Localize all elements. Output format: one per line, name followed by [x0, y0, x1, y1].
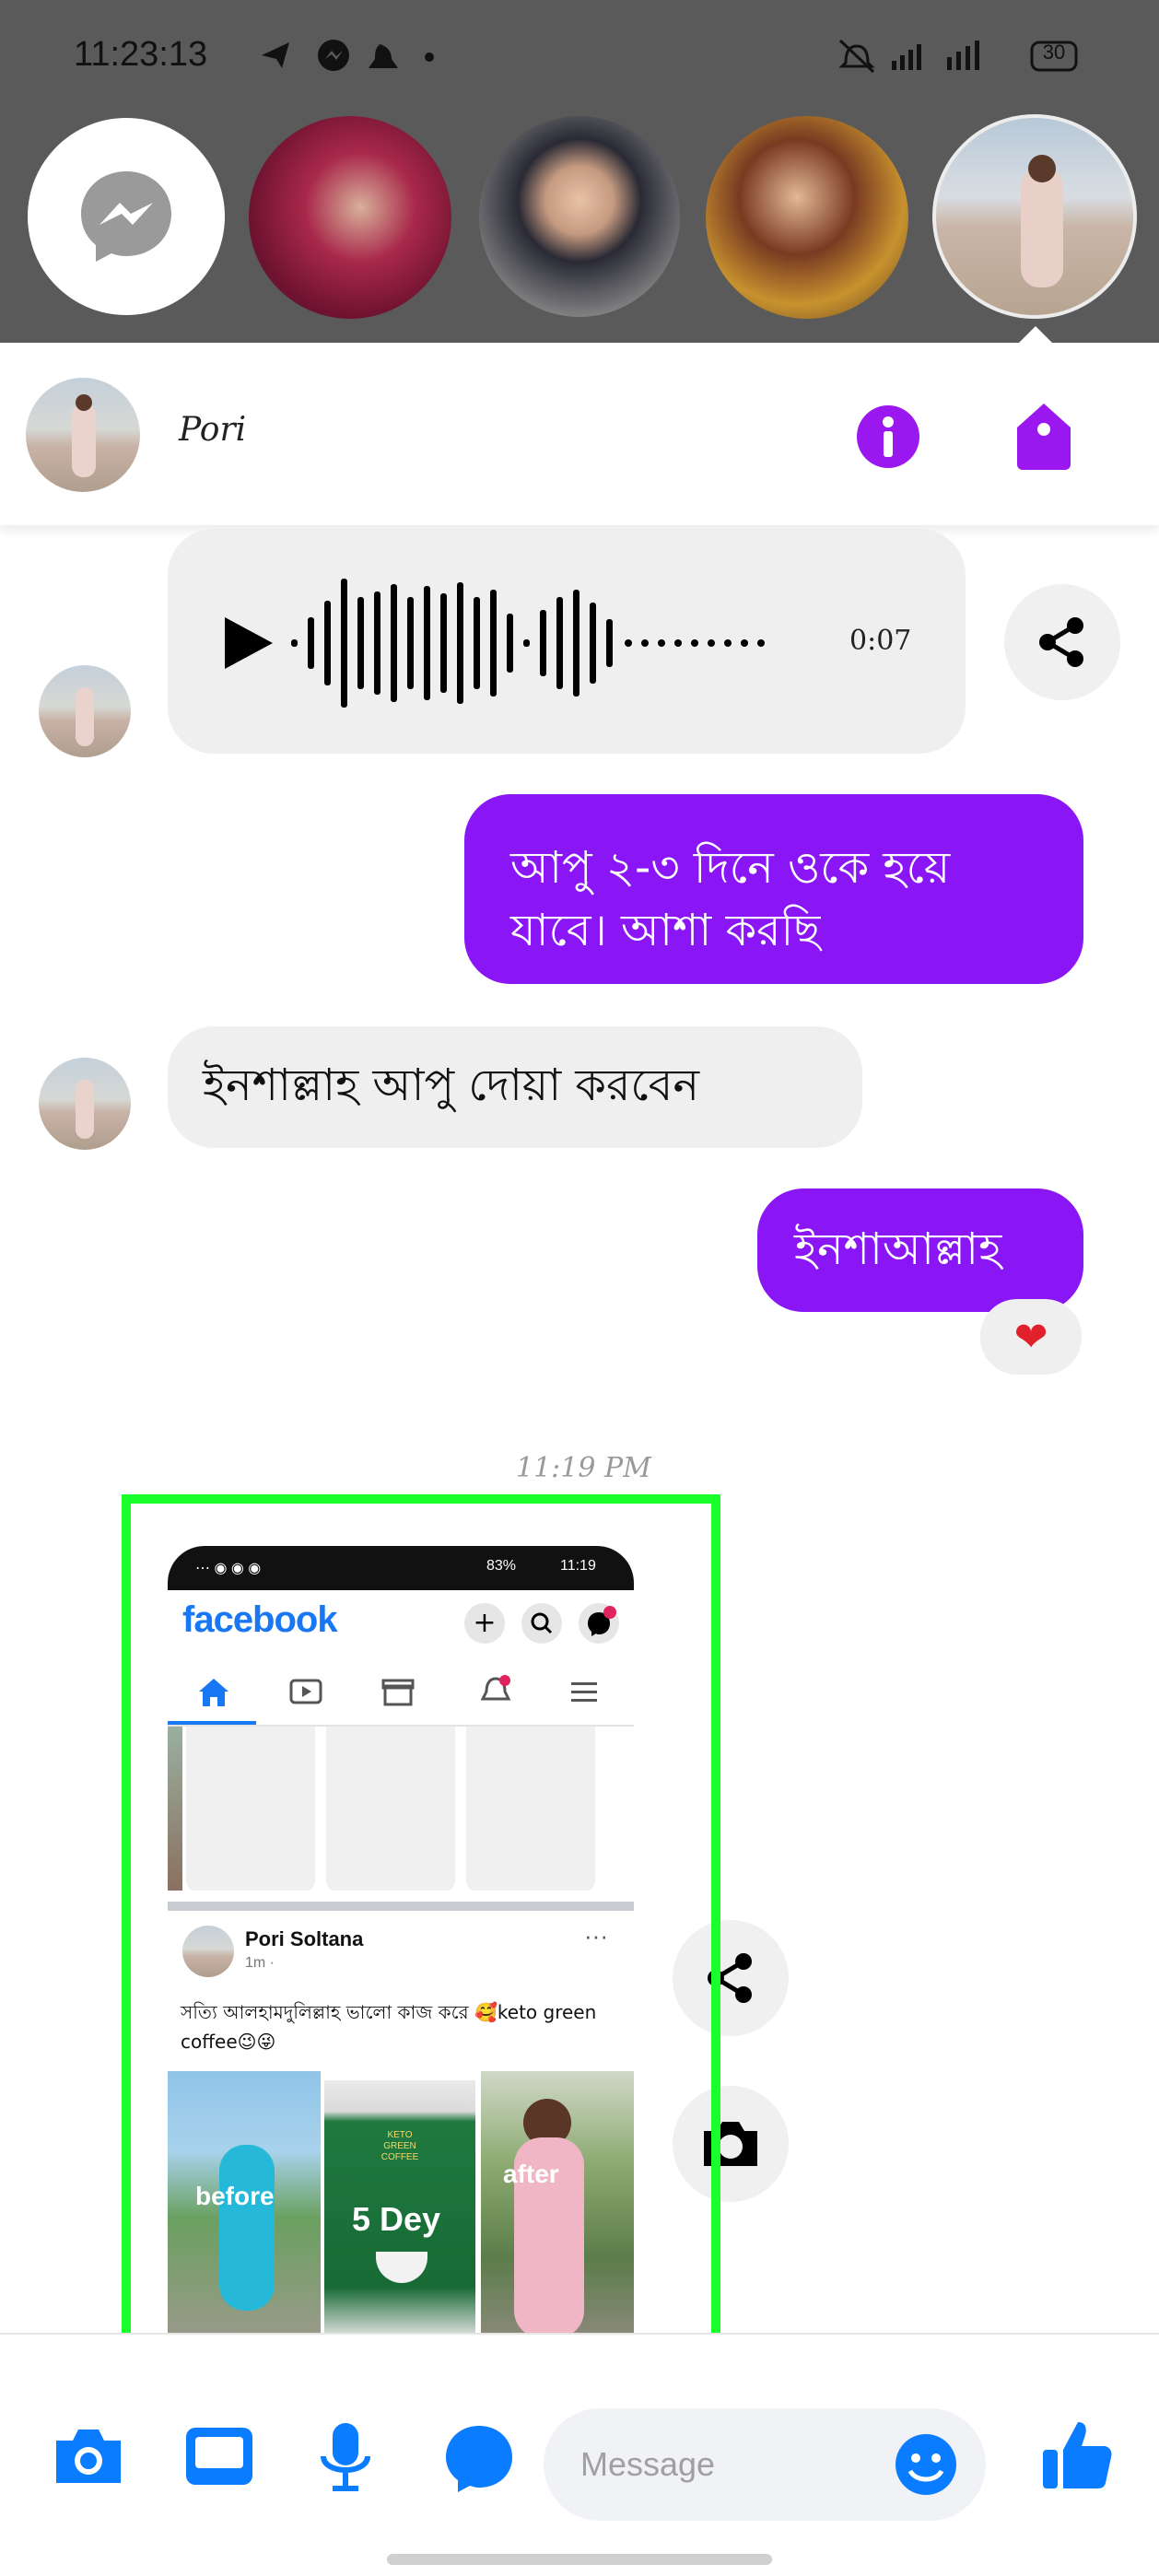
- fb-story-card: [186, 1727, 315, 1891]
- messenger-bubble-icon: [446, 2426, 512, 2492]
- tag-icon: [1017, 404, 1071, 470]
- fb-post-text: সত্যি আলহামদুলিল্লাহ ভালো কাজ করে 🥰keto …: [181, 2001, 597, 2053]
- message-input[interactable]: Message: [544, 2408, 986, 2521]
- info-icon: [857, 405, 919, 468]
- fb-logo: facebook: [182, 1599, 338, 1640]
- battery-level: 30: [1042, 41, 1066, 64]
- messenger-icon: [81, 171, 171, 262]
- camera-button[interactable]: [48, 2421, 129, 2491]
- fb-search-icon: [521, 1603, 562, 1644]
- message-timestamp: 11:19 PM: [516, 1452, 651, 1484]
- thumbs-up-icon: [1043, 2422, 1112, 2488]
- shared-screenshot[interactable]: ⋯ ◉ ◉ ◉ 83% 11:19 facebook + Pori Soltan…: [168, 1546, 634, 2336]
- fb-image-label: before: [195, 2182, 275, 2210]
- contact-name[interactable]: Pori: [179, 411, 246, 449]
- share-button[interactable]: [1004, 584, 1120, 700]
- gallery-button[interactable]: [181, 2421, 258, 2491]
- notification-icons: [262, 40, 434, 71]
- voice-duration: 0:07: [849, 625, 912, 657]
- fb-post-image-before: before: [168, 2071, 321, 2336]
- fb-post-image-product: KETO GREEN COFFEE 5 Dey: [324, 2080, 475, 2336]
- fb-post-avatar: [182, 1926, 234, 1977]
- sender-avatar: [39, 665, 131, 757]
- fb-post-author: Pori Soltana: [245, 1927, 364, 1950]
- microphone-icon: [321, 2423, 370, 2491]
- fb-image-label: 5 Dey: [352, 2200, 441, 2238]
- play-icon[interactable]: [219, 614, 278, 673]
- fb-status-icons: ⋯ ◉ ◉ ◉: [195, 1561, 262, 1576]
- active-head-pointer: [1017, 326, 1054, 345]
- info-button[interactable]: [855, 404, 921, 470]
- chat-head-contact-2[interactable]: [479, 116, 680, 317]
- status-notification-icons: [258, 37, 442, 74]
- fb-marketplace-icon: [381, 1679, 415, 1706]
- fb-product-name: KETO GREEN COFFEE: [380, 2130, 419, 2162]
- voice-message-bubble[interactable]: 0:07: [168, 529, 966, 754]
- chat-head-active-pori[interactable]: [932, 114, 1137, 319]
- emoji-button[interactable]: [894, 2432, 958, 2497]
- tag-button[interactable]: [1013, 402, 1074, 472]
- fb-post-more-icon: ···: [584, 1922, 608, 1950]
- messenger-chat-head[interactable]: [28, 118, 225, 315]
- fb-plus-icon: +: [464, 1603, 505, 1644]
- fb-post-image-after: after: [481, 2071, 634, 2336]
- message-bubble-outgoing[interactable]: আপু ২-৩ দিনে ওকে হয়ে যাবে। আশা করছি: [464, 794, 1083, 984]
- fb-story-card: [466, 1727, 595, 1891]
- composer-bar: Message: [0, 2333, 1159, 2576]
- fb-messenger-icon: [579, 1603, 619, 1644]
- fb-image-label: after: [503, 2160, 559, 2188]
- fb-status-time: 11:19: [560, 1558, 596, 1574]
- fb-divider: [168, 1902, 634, 1911]
- fb-post-meta: 1m ·: [245, 1955, 275, 1971]
- share-icon: [1039, 617, 1083, 667]
- like-button[interactable]: [1039, 2416, 1115, 2495]
- microphone-button[interactable]: [311, 2418, 380, 2500]
- chat-bubble-button[interactable]: [440, 2421, 518, 2495]
- status-time: 11:23:13: [74, 35, 208, 74]
- message-input-placeholder: Message: [580, 2445, 716, 2483]
- sender-avatar: [39, 1058, 131, 1150]
- chat-header: Pori: [0, 343, 1159, 525]
- fb-story-card: [326, 1727, 455, 1891]
- chat-head-contact-3[interactable]: [706, 116, 908, 319]
- contact-avatar[interactable]: [26, 378, 140, 492]
- fb-story-card: [168, 1727, 182, 1891]
- emoji-icon: [896, 2434, 956, 2495]
- gallery-icon: [186, 2428, 252, 2485]
- fb-menu-icon: [571, 1682, 597, 1702]
- voice-waveform: [291, 579, 765, 708]
- home-indicator: [387, 2554, 772, 2565]
- camera-icon: [56, 2430, 121, 2483]
- reaction-heart[interactable]: ❤: [980, 1299, 1082, 1375]
- chat-head-contact-1[interactable]: [249, 116, 451, 319]
- fb-nav: [168, 1660, 634, 1727]
- fb-bell-icon: [480, 1675, 511, 1701]
- fb-video-icon: [289, 1679, 322, 1704]
- message-bubble-incoming[interactable]: ইনশাল্লাহ আপু দোয়া করবেন: [168, 1026, 862, 1148]
- message-bubble-outgoing[interactable]: ইনশাআল্লাহ: [757, 1188, 1083, 1312]
- fb-home-icon: [199, 1679, 228, 1706]
- fb-status-battery: 83%: [486, 1558, 517, 1574]
- fb-status-bar: ⋯ ◉ ◉ ◉ 83% 11:19: [168, 1546, 634, 1590]
